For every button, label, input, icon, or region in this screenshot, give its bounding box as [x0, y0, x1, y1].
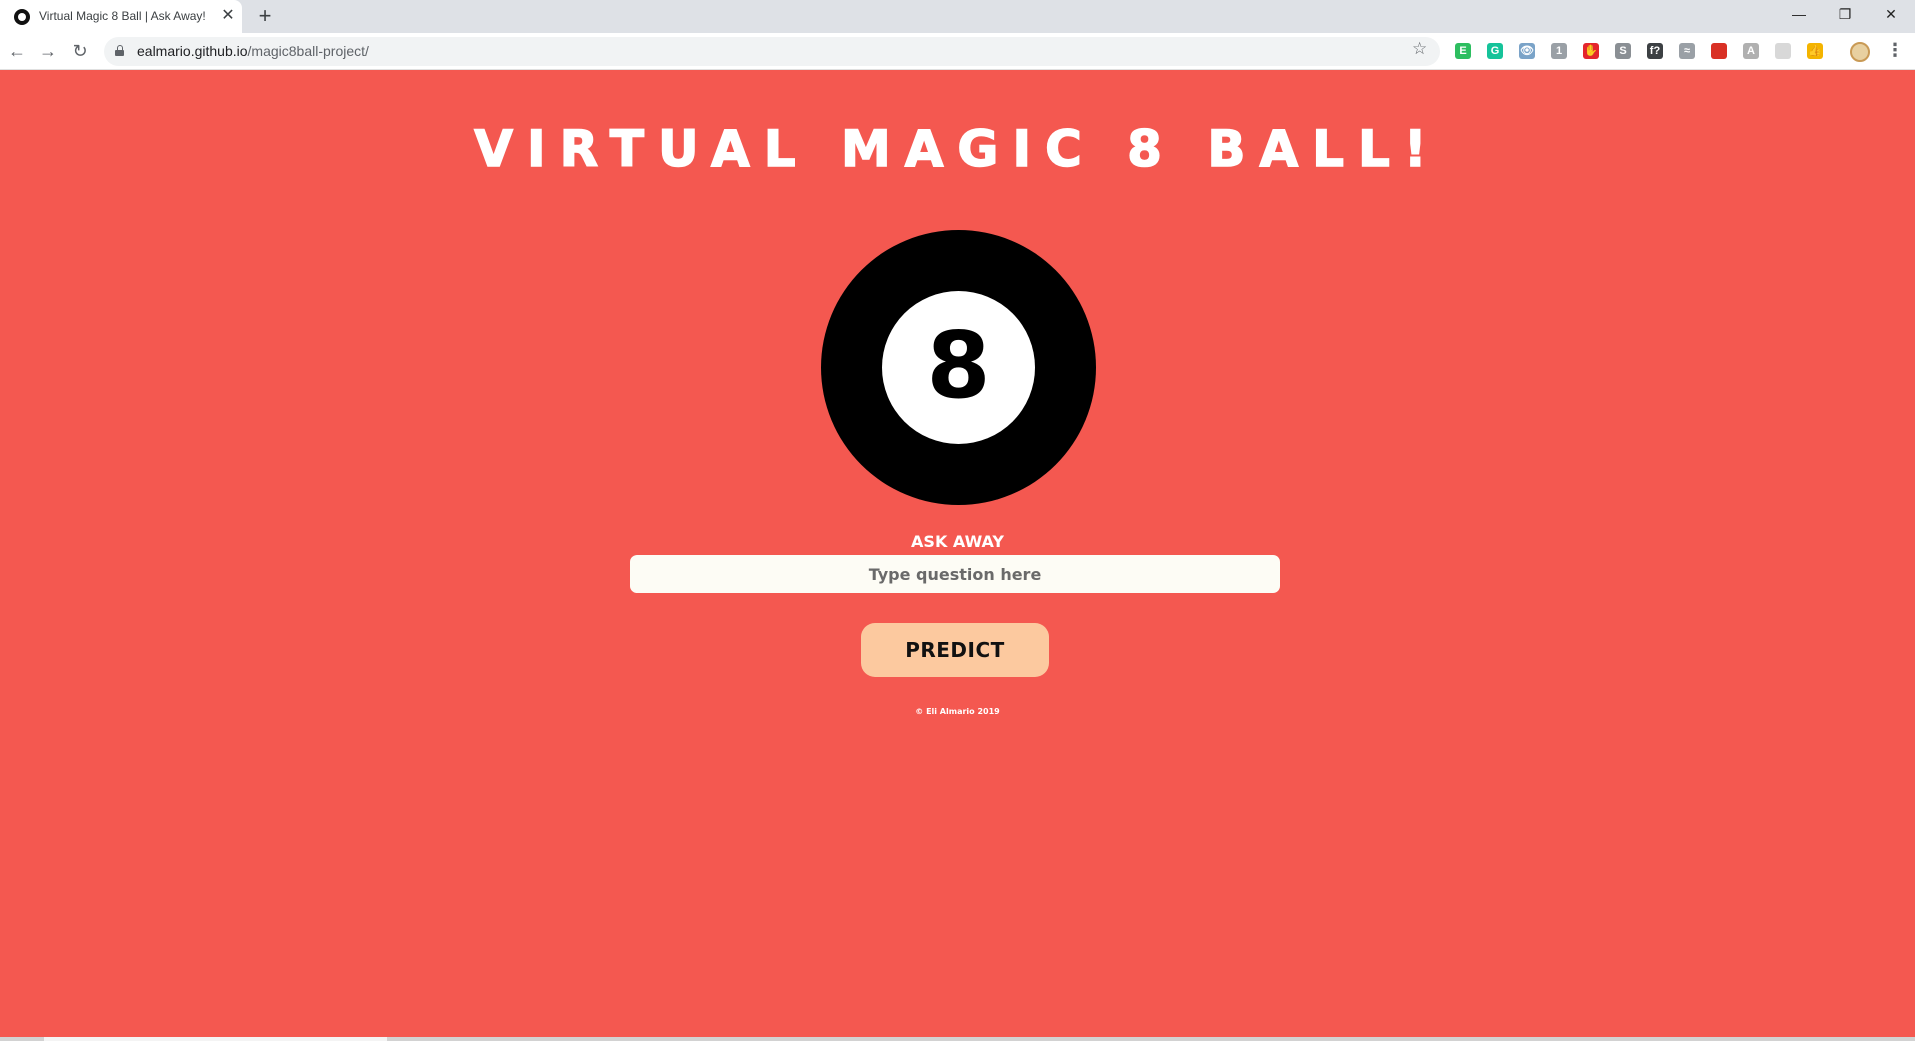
back-button[interactable]: ←: [5, 39, 29, 63]
lock-icon[interactable]: [115, 45, 124, 56]
url-host: ealmario.github.io: [137, 43, 248, 59]
active-tab[interactable]: Virtual Magic 8 Ball | Ask Away! ✕: [0, 0, 242, 33]
red-square-extension-icon[interactable]: [1711, 43, 1727, 59]
formula-extension-icon[interactable]: f?: [1647, 43, 1663, 59]
ask-away-label: ASK AWAY: [911, 532, 1004, 551]
browser-toolbar: ← → ↻ ealmario.github.io/magic8ball-proj…: [0, 33, 1915, 70]
page-body: VIRTUAL MAGIC 8 BALL! 8 ASK AWAY PREDICT…: [0, 70, 1915, 1041]
page-title: VIRTUAL MAGIC 8 BALL!: [474, 119, 1441, 179]
eye-extension-icon[interactable]: 👁: [1519, 43, 1535, 59]
tab-bar: Virtual Magic 8 Ball | Ask Away! ✕ + — ❐…: [0, 0, 1915, 33]
address-bar[interactable]: ealmario.github.io/magic8ball-project/ ☆: [104, 37, 1440, 66]
forward-button[interactable]: →: [36, 39, 60, 63]
scrollbar-thumb[interactable]: [44, 1037, 387, 1041]
ball-number: 8: [926, 311, 991, 419]
tab-close-icon[interactable]: ✕: [220, 6, 236, 26]
tab-title: Virtual Magic 8 Ball | Ask Away!: [39, 9, 206, 23]
predict-button[interactable]: PREDICT: [861, 623, 1049, 677]
profile-avatar[interactable]: [1850, 42, 1870, 62]
reload-button[interactable]: ↻: [68, 39, 92, 63]
restore-button[interactable]: ❐: [1822, 0, 1868, 29]
grammarly-extension-icon[interactable]: G: [1487, 43, 1503, 59]
bookmark-star-icon[interactable]: ☆: [1412, 39, 1427, 59]
url-text[interactable]: ealmario.github.io/magic8ball-project/: [137, 43, 369, 59]
minimize-button[interactable]: —: [1776, 0, 1822, 29]
url-path: /magic8ball-project/: [247, 43, 369, 59]
eight-ball-favicon-icon: [14, 9, 30, 25]
magic-8-ball: 8: [821, 230, 1096, 505]
skype-extension-icon[interactable]: S: [1615, 43, 1631, 59]
horizontal-scrollbar[interactable]: [0, 1037, 1915, 1041]
small-extension-icon[interactable]: ≈: [1679, 43, 1695, 59]
grid-extension-icon[interactable]: [1775, 43, 1791, 59]
copyright-footer: © Eli Almario 2019: [915, 707, 1000, 716]
ball-window: 8: [882, 291, 1035, 444]
security-extension-icon[interactable]: 1: [1551, 43, 1567, 59]
window-close-button[interactable]: ✕: [1868, 0, 1914, 29]
browser-menu-icon[interactable]: ⋮: [1886, 40, 1904, 61]
pdf-extension-icon[interactable]: A: [1743, 43, 1759, 59]
new-tab-button[interactable]: +: [255, 3, 275, 29]
evernote-extension-icon[interactable]: E: [1455, 43, 1471, 59]
thumbs-up-extension-icon[interactable]: 👍: [1807, 43, 1823, 59]
adblock-extension-icon[interactable]: ✋: [1583, 43, 1599, 59]
question-input[interactable]: [630, 555, 1280, 593]
